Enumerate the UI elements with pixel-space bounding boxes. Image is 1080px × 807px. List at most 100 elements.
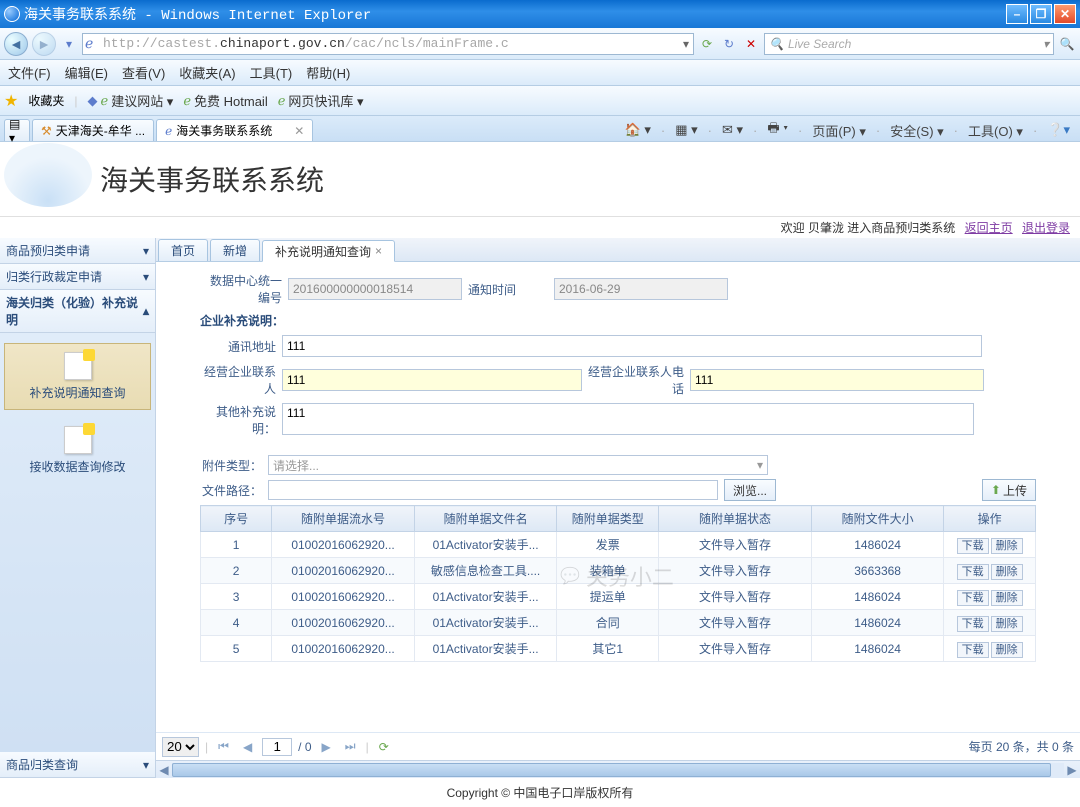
table-header: 随附文件大小 — [811, 506, 943, 532]
search-go-icon[interactable]: 🔍 — [1058, 35, 1076, 53]
close-button[interactable]: ✕ — [1054, 4, 1076, 24]
favorites-bar: ★ 收藏夹 | ◆ℯ建议网站 ▾ ℯ免费 Hotmail ℯ网页快讯库 ▾ — [0, 86, 1080, 116]
home-icon[interactable]: 🏠 ▾ — [625, 122, 651, 138]
page-next-button[interactable]: ▶ — [318, 740, 335, 754]
label-contact: 经营企业联系人 — [200, 363, 276, 397]
mail-icon[interactable]: ✉ ▾ — [722, 122, 743, 138]
delete-button[interactable]: 删除 — [991, 616, 1023, 632]
link-home[interactable]: 返回主页 — [965, 221, 1013, 235]
accordion-1[interactable]: 商品预归类申请▾ — [0, 238, 155, 264]
pager: 20 | ⏮ ◀ / 0 ▶ ⏭ | ⟳ 每页 20 条，共 0 条 — [156, 732, 1080, 760]
help-icon[interactable]: ❔▾ — [1047, 122, 1070, 138]
forward-button[interactable]: ► — [32, 32, 56, 56]
maximize-button[interactable]: ❐ — [1030, 4, 1052, 24]
welcome-text: 欢迎 贝肇泷 进入商品预归类系统 — [781, 221, 956, 235]
page-prev-button[interactable]: ◀ — [239, 740, 256, 754]
print-icon[interactable]: 🖶 ▾ — [767, 119, 788, 141]
fav-hotmail[interactable]: ℯ免费 Hotmail — [183, 91, 267, 110]
tab-home[interactable]: 首页 — [158, 239, 208, 261]
download-button[interactable]: 下载 — [957, 538, 989, 554]
link-logout[interactable]: 退出登录 — [1022, 221, 1070, 235]
fav-gallery[interactable]: ℯ网页快讯库 ▾ — [278, 91, 364, 110]
menu-view[interactable]: 查看(V) — [122, 63, 165, 82]
menu-file[interactable]: 文件(F) — [8, 63, 51, 82]
label-time: 通知时间 — [468, 281, 548, 298]
page-input[interactable] — [262, 738, 292, 756]
minimize-button[interactable]: – — [1006, 4, 1028, 24]
browse-button[interactable]: 浏览... — [724, 479, 776, 501]
search-box[interactable]: 🔍 Live Search ▾ — [764, 33, 1054, 55]
refresh-icon[interactable]: ↻ — [720, 35, 738, 53]
table-header: 随附单据类型 — [557, 506, 659, 532]
header-decoration — [4, 143, 92, 207]
upload-button[interactable]: ⬆上传 — [982, 479, 1036, 501]
horizontal-scrollbar[interactable]: ◀ ▶ — [156, 760, 1080, 778]
page-summary: 每页 20 条，共 0 条 — [969, 738, 1074, 755]
footer: Copyright © 中国电子口岸版权所有 — [0, 778, 1080, 807]
ie-icon — [4, 6, 20, 22]
dropdown-icon[interactable]: ▾ — [60, 35, 78, 53]
delete-button[interactable]: 删除 — [991, 590, 1023, 606]
input-file-path[interactable] — [268, 480, 718, 500]
download-button[interactable]: 下载 — [957, 642, 989, 658]
delete-button[interactable]: 删除 — [991, 538, 1023, 554]
page-last-button[interactable]: ⏭ — [341, 739, 360, 754]
select-att-type[interactable]: 请选择...▾ — [268, 455, 768, 475]
tab-list-button[interactable]: ▤ ▾ — [4, 119, 30, 141]
tab-add[interactable]: 新增 — [210, 239, 260, 261]
label-other: 其他补充说明： — [200, 403, 276, 437]
table-row: 201002016062920...敏感信息检查工具....装箱单文件导入暂存3… — [201, 558, 1036, 584]
app-title: 海关事务联系系统 — [100, 159, 324, 199]
safety-menu[interactable]: 安全(S) ▾ — [890, 121, 943, 140]
input-other[interactable]: 111 — [282, 403, 974, 435]
page-first-button[interactable]: ⏮ — [214, 739, 233, 754]
browser-tabstrip: ▤ ▾ ⚒天津海关-牟华 ... ℯ海关事务联系系统✕ 🏠 ▾· ▦ ▾· ✉ … — [0, 116, 1080, 142]
menu-tools[interactable]: 工具(T) — [250, 63, 293, 82]
stop-icon[interactable]: ✕ — [742, 35, 760, 53]
menu-help[interactable]: 帮助(H) — [306, 63, 350, 82]
delete-button[interactable]: 删除 — [991, 564, 1023, 580]
tools-menu[interactable]: 工具(O) ▾ — [968, 121, 1023, 140]
download-button[interactable]: 下载 — [957, 590, 989, 606]
compat-icon[interactable]: ⟳ — [698, 35, 716, 53]
favorites-star-icon[interactable]: ★ — [4, 91, 18, 111]
attachment-table: 序号随附单据流水号随附单据文件名随附单据类型随附单据状态随附文件大小操作 101… — [200, 505, 1036, 662]
accordion-4[interactable]: 商品归类查询▾ — [0, 752, 155, 778]
table-header: 操作 — [944, 506, 1036, 532]
label-id: 数据中心统一编号 — [200, 272, 282, 306]
user-bar: 欢迎 贝肇泷 进入商品预归类系统 返回主页 退出登录 — [0, 216, 1080, 238]
label-supp-title: 企业补充说明： — [200, 312, 284, 329]
download-button[interactable]: 下载 — [957, 564, 989, 580]
delete-button[interactable]: 删除 — [991, 642, 1023, 658]
favorites-label[interactable]: 收藏夹 — [28, 92, 64, 109]
sidebar-item-notice-query[interactable]: 补充说明通知查询 — [4, 343, 151, 410]
accordion-2[interactable]: 归类行政裁定申请▾ — [0, 264, 155, 290]
menu-bar: 文件(F) 编辑(E) 查看(V) 收藏夹(A) 工具(T) 帮助(H) — [0, 60, 1080, 86]
browser-tab-1[interactable]: ⚒天津海关-牟华 ... — [32, 119, 154, 141]
app-header: 海关事务联系系统 — [0, 142, 1080, 216]
input-phone[interactable] — [690, 369, 984, 391]
sidebar-item-receive-query[interactable]: 接收数据查询修改 — [0, 426, 155, 475]
address-bar[interactable]: ℯ http://castest.chinaport.gov.cn/cac/nc… — [82, 33, 694, 55]
page-total: / 0 — [298, 740, 311, 754]
fav-suggested-sites[interactable]: ◆ℯ建议网站 ▾ — [87, 91, 173, 110]
rss-icon[interactable]: ▦ ▾ — [675, 122, 697, 138]
accordion-3[interactable]: 海关归类（化验）补充说明▴ — [0, 290, 155, 333]
content-area: 首页 新增 补充说明通知查询× 数据中心统一编号 通知时间 企业补充说明： 通讯… — [156, 238, 1080, 778]
table-header: 随附单据状态 — [659, 506, 812, 532]
browser-tab-2-active[interactable]: ℯ海关事务联系系统✕ — [156, 119, 313, 141]
menu-edit[interactable]: 编辑(E) — [65, 63, 108, 82]
back-button[interactable]: ◄ — [4, 32, 28, 56]
inner-tabstrip: 首页 新增 补充说明通知查询× — [156, 238, 1080, 262]
refresh-button[interactable]: ⟳ — [375, 740, 393, 754]
table-row: 401002016062920...01Activator安装手...合同文件导… — [201, 610, 1036, 636]
menu-favorites[interactable]: 收藏夹(A) — [179, 63, 235, 82]
input-addr[interactable] — [282, 335, 982, 357]
page-menu[interactable]: 页面(P) ▾ — [812, 121, 865, 140]
document-icon — [64, 426, 92, 454]
input-contact[interactable] — [282, 369, 582, 391]
command-bar: 🏠 ▾· ▦ ▾· ✉ ▾· 🖶 ▾· 页面(P) ▾· 安全(S) ▾· 工具… — [625, 119, 1076, 141]
tab-query-active[interactable]: 补充说明通知查询× — [262, 240, 395, 262]
download-button[interactable]: 下载 — [957, 616, 989, 632]
page-size-select[interactable]: 20 — [162, 737, 199, 757]
